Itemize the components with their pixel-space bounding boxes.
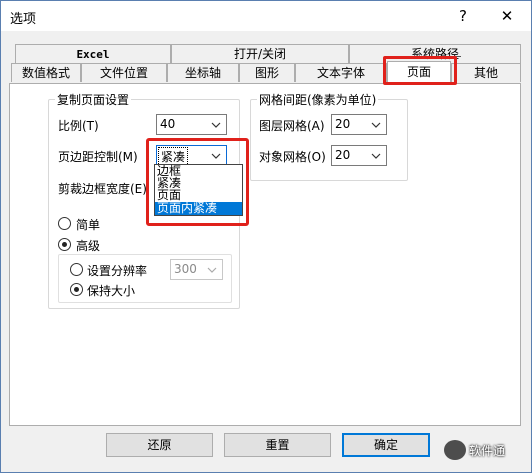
reset-button[interactable]: 还原 bbox=[106, 433, 213, 457]
radio-advanced[interactable] bbox=[58, 238, 71, 251]
chevron-down-icon bbox=[371, 122, 381, 128]
ratio-value: 40 bbox=[160, 117, 176, 131]
ratio-select[interactable]: 40 bbox=[156, 114, 227, 135]
resolution-value: 300 bbox=[174, 262, 197, 276]
tab-excel-label: Excel bbox=[76, 48, 110, 61]
tab-graph-label: 图形 bbox=[254, 66, 279, 80]
tab-file-location-label: 文件位置 bbox=[99, 66, 148, 80]
radio-simple[interactable] bbox=[58, 217, 71, 230]
grid-spacing-group: 网格间距(像素为单位) bbox=[250, 91, 408, 181]
chevron-down-icon bbox=[211, 122, 221, 128]
tab-number-format-label: 数值格式 bbox=[21, 66, 70, 80]
radio-advanced-label: 高级 bbox=[76, 239, 101, 253]
object-grid-select[interactable]: 20 bbox=[331, 145, 387, 166]
tab-file-location[interactable]: 文件位置 bbox=[81, 63, 167, 82]
copy-page-legend: 复制页面设置 bbox=[55, 91, 132, 108]
tab-open-close-label: 打开/关闭 bbox=[233, 47, 287, 61]
help-button[interactable]: ? bbox=[453, 6, 473, 26]
object-grid-value: 20 bbox=[335, 148, 351, 162]
layer-grid-select[interactable]: 20 bbox=[331, 114, 387, 135]
radio-set-resolution[interactable] bbox=[70, 263, 83, 276]
crop-border-label: 剪裁边框宽度(E) bbox=[58, 182, 147, 196]
tab-axis-label: 坐标轴 bbox=[184, 66, 221, 80]
object-grid-label: 对象网格(O) bbox=[259, 150, 326, 164]
tab-other[interactable]: 其他 bbox=[451, 63, 521, 82]
radio-keep-size[interactable] bbox=[70, 283, 83, 296]
resolution-select[interactable]: 300 bbox=[170, 259, 223, 280]
ratio-label: 比例(T) bbox=[58, 119, 99, 133]
window-title: 选项 bbox=[10, 12, 37, 27]
radio-simple-label: 简单 bbox=[76, 218, 101, 232]
wechat-icon bbox=[444, 440, 466, 460]
grid-spacing-legend: 网格间距(像素为单位) bbox=[257, 91, 379, 108]
tab-graph[interactable]: 图形 bbox=[239, 63, 295, 82]
watermark-text: 软件通 bbox=[469, 444, 506, 458]
tab-other-label: 其他 bbox=[473, 66, 498, 80]
dialog-client-area: Excel 打开/关闭 系统路径 数值格式 文件位置 坐标轴 图形 文本字体 页… bbox=[1, 31, 531, 472]
tab-excel[interactable]: Excel bbox=[15, 44, 171, 63]
margin-label: 页边距控制(M) bbox=[58, 150, 138, 164]
radio-set-resolution-label: 设置分辨率 bbox=[87, 264, 148, 278]
close-button[interactable]: ✕ bbox=[497, 6, 517, 26]
radio-keep-size-label: 保持大小 bbox=[87, 284, 136, 298]
page-tab-panel: 复制页面设置 比例(T) 40 页边距控制(M) 紧凑 剪裁边框宽度(E) 简单… bbox=[9, 83, 521, 426]
tab-open-close[interactable]: 打开/关闭 bbox=[171, 44, 349, 63]
options-dialog: 选项 ? ✕ Excel 打开/关闭 系统路径 数值格式 文件位置 坐标轴 图形… bbox=[0, 0, 532, 473]
tab-axis[interactable]: 坐标轴 bbox=[167, 63, 239, 82]
layer-grid-value: 20 bbox=[335, 117, 351, 131]
ok-button[interactable]: 确定 bbox=[342, 433, 430, 457]
tab-text-font[interactable]: 文本字体 bbox=[295, 63, 387, 82]
tab-text-font-label: 文本字体 bbox=[316, 66, 365, 80]
title-bar[interactable]: 选项 ? ✕ bbox=[1, 1, 531, 31]
tab-number-format[interactable]: 数值格式 bbox=[11, 63, 81, 82]
margin-control-highlight bbox=[146, 138, 249, 226]
layer-grid-label: 图层网格(A) bbox=[259, 119, 325, 133]
chevron-down-icon bbox=[207, 267, 217, 273]
restore-default-button[interactable]: 重置 bbox=[224, 433, 331, 457]
chevron-down-icon bbox=[371, 153, 381, 159]
tab-page-highlight bbox=[383, 56, 457, 85]
